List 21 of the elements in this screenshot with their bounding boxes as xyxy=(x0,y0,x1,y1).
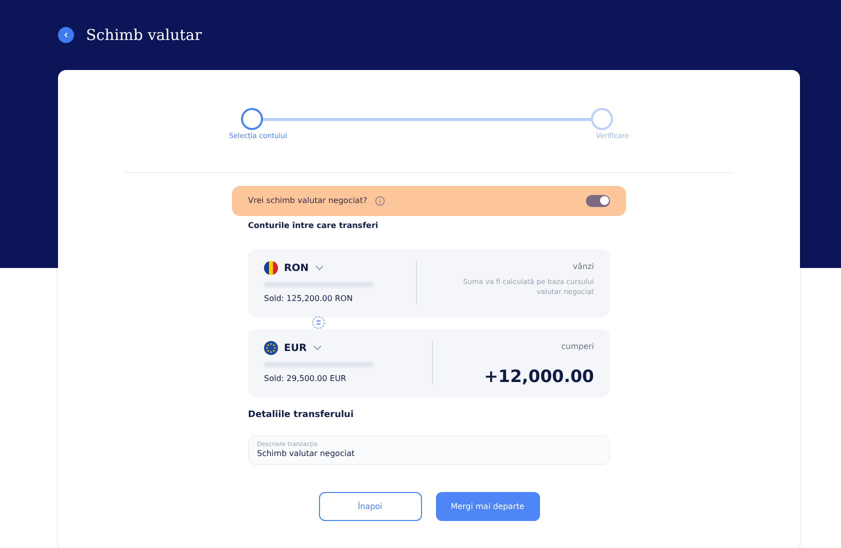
amount-text: +12,000.00 xyxy=(484,366,594,388)
section-heading: Detaliile transferului xyxy=(248,408,355,422)
back-button[interactable]: Înapoi xyxy=(318,492,422,521)
direction-label: vânzi xyxy=(572,260,594,272)
swap-icon[interactable] xyxy=(312,316,325,329)
balance-text: Sold: 125,200.00 RON xyxy=(264,292,354,304)
info-icon[interactable] xyxy=(375,196,386,206)
toggle-switch[interactable] xyxy=(586,194,610,206)
section-heading: Conturile între care transferi xyxy=(248,220,380,232)
field-value: Schimb valutar negociat xyxy=(257,449,356,459)
flag-icon xyxy=(264,261,278,275)
banner-text: Vrei schimb valutar negociat? xyxy=(248,194,368,206)
flag-icon xyxy=(264,341,278,355)
back-icon[interactable] xyxy=(58,27,74,43)
direction-label: cumperi xyxy=(561,340,594,352)
chevron-down-icon[interactable] xyxy=(312,345,322,351)
chevron-down-icon[interactable] xyxy=(314,265,324,271)
currency-label[interactable]: RON xyxy=(284,260,309,276)
currency-label[interactable]: EUR xyxy=(284,340,307,356)
page-title: Schimb valutar xyxy=(86,24,202,46)
balance-text: Sold: 29,500.00 EUR xyxy=(264,372,348,384)
